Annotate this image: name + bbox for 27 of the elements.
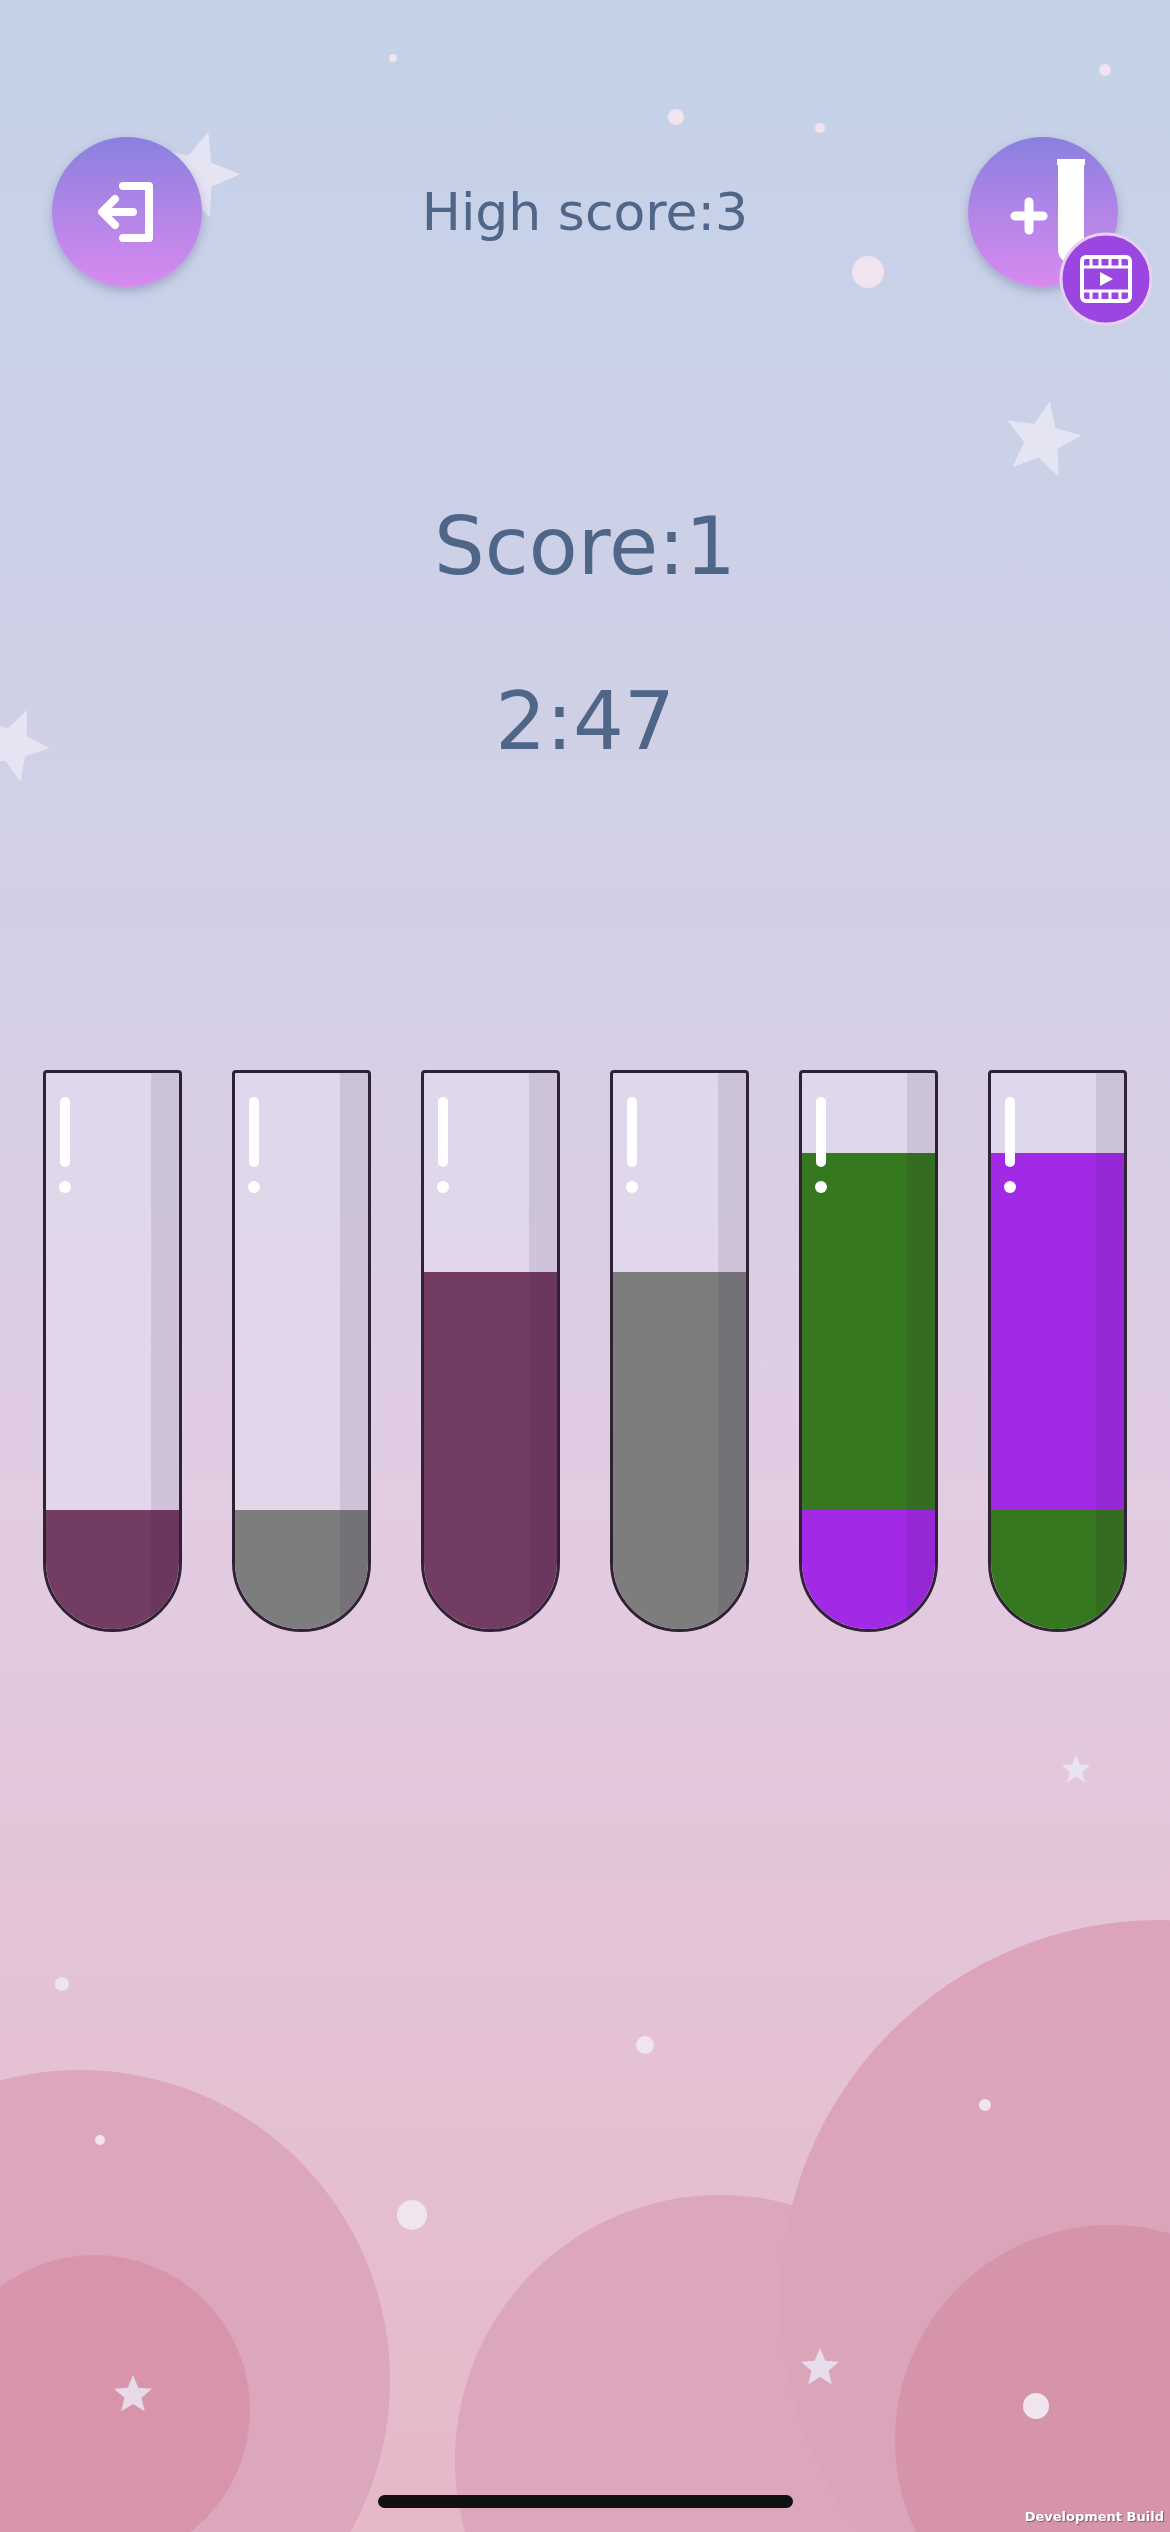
sparkle-dot — [668, 109, 684, 125]
timer-label: 2:47 — [495, 674, 675, 770]
star-icon — [801, 2348, 839, 2385]
sparkle-dot — [636, 2036, 654, 2054]
test-tube[interactable] — [799, 1070, 938, 1632]
test-tube[interactable] — [43, 1070, 182, 1632]
sparkle-dot — [95, 2135, 105, 2145]
sparkle-dot — [852, 256, 884, 288]
star-icon — [114, 2375, 152, 2412]
star-icon — [0, 710, 50, 782]
sparkle-dot — [1099, 64, 1111, 76]
test-tube[interactable] — [232, 1070, 371, 1632]
sparkle-dot — [815, 123, 825, 133]
sparkle-dot — [1023, 2393, 1049, 2419]
star-icon — [1061, 1755, 1091, 1783]
score-label: Score:1 — [434, 499, 736, 595]
test-tube[interactable] — [421, 1070, 560, 1632]
test-tube[interactable] — [988, 1070, 1127, 1632]
sparkle-dot — [55, 1977, 69, 1991]
sparkle-dot — [979, 2099, 991, 2111]
build-label: Development Build — [1024, 2509, 1164, 2524]
film-play-icon[interactable] — [1058, 231, 1154, 327]
high-score-label: High score:3 — [421, 182, 749, 242]
test-tube[interactable] — [610, 1070, 749, 1632]
sparkle-dot — [389, 54, 397, 62]
sparkle-dot — [397, 2200, 427, 2230]
star-icon — [1007, 400, 1082, 477]
